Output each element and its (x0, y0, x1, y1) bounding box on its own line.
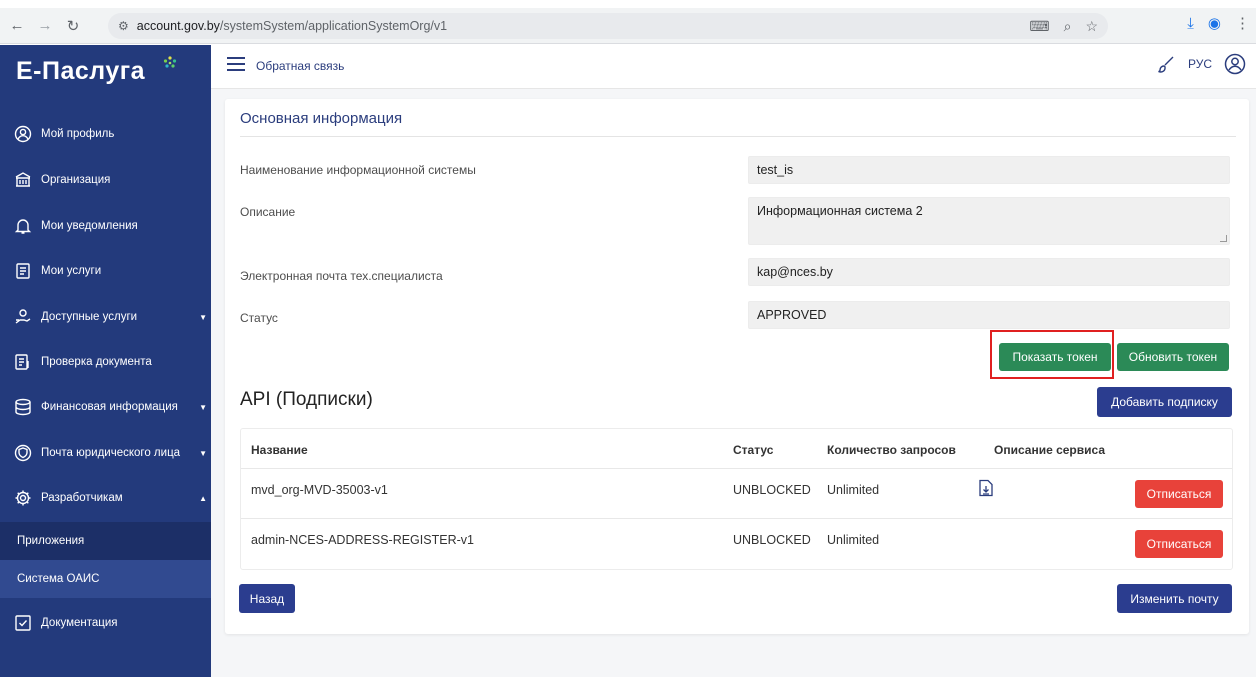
user-circle-icon (13, 124, 33, 144)
database-icon (13, 397, 33, 417)
field-label-description: Описание (240, 205, 296, 219)
field-label-email: Электронная почта тех.специалиста (240, 269, 443, 283)
sidebar-item-profile[interactable]: Мой профиль (0, 112, 211, 156)
show-token-button[interactable]: Показать токен (999, 343, 1111, 371)
sidebar-subitem-oais-system[interactable]: Система ОАИС (0, 560, 211, 598)
user-avatar-icon[interactable] (1224, 53, 1246, 75)
sidebar-subitem-applications[interactable]: Приложения (0, 522, 211, 560)
sidebar-item-financial[interactable]: Финансовая информация ▼ (0, 385, 211, 429)
table-header: Название Статус Количество запросов Опис… (241, 429, 1232, 469)
description-field[interactable]: Информационная система 2 (748, 197, 1230, 245)
sidebar-item-notifications[interactable]: Мои уведомления (0, 204, 211, 248)
row-name: admin-NCES-ADDRESS-REGISTER-v1 (251, 533, 474, 547)
description-value: Информационная система 2 (757, 204, 923, 218)
api-title: API (Подписки) (240, 389, 373, 410)
refresh-token-button[interactable]: Обновить токен (1117, 343, 1229, 371)
top-strip (0, 0, 1256, 8)
address-bar[interactable]: ⚙ account.gov.by/systemSystem/applicatio… (108, 13, 1108, 39)
status-field[interactable]: APPROVED (748, 301, 1230, 329)
back-arrow-icon[interactable]: ← (6, 15, 28, 37)
url-host: account.gov.by (136, 19, 220, 33)
back-button[interactable]: Назад (239, 584, 295, 613)
bell-icon (13, 216, 33, 236)
language-switcher[interactable]: РУС (1188, 57, 1212, 71)
caret-down-icon: ▼ (199, 402, 207, 412)
app-header: Обратная связь РУС (211, 45, 1256, 89)
row-requests: Unlimited (827, 483, 880, 497)
brush-icon[interactable] (1156, 54, 1176, 74)
sidebar-item-organization[interactable]: Организация (0, 158, 211, 202)
logo[interactable]: Е-Паслуга (16, 57, 145, 86)
sidebar-item-label: Мои уведомления (41, 220, 138, 232)
download-icon[interactable]: ⤓ (1187, 15, 1194, 32)
change-email-button[interactable]: Изменить почту (1117, 584, 1232, 613)
sidebar-item-label: Разработчикам (41, 492, 123, 504)
field-label-status: Статус (240, 311, 278, 325)
checkbox-icon (13, 613, 33, 633)
sidebar-item-label: Доступные услуги (41, 311, 138, 323)
gear-icon (13, 488, 33, 508)
services-icon (13, 261, 33, 281)
logo-dots-icon (163, 56, 177, 68)
column-header-service-description: Описание сервиса (994, 443, 1106, 457)
sidebar-item-label: Почта юридического лица (41, 447, 181, 459)
unsubscribe-button[interactable]: Отписаться (1135, 480, 1223, 508)
system-name-field[interactable]: test_is (748, 156, 1230, 184)
sidebar-item-label: Финансовая информация (41, 401, 178, 413)
document-check-icon (13, 352, 33, 372)
sidebar-subitem-label: Приложения (17, 535, 85, 547)
profile-icon[interactable]: ◉ (1208, 14, 1221, 32)
table-row: mvd_org-MVD-35003-v1 UNBLOCKED Unlimited… (241, 469, 1232, 519)
sidebar-subitem-label: Система ОАИС (17, 573, 100, 585)
sidebar-item-label: Проверка документа (41, 356, 152, 368)
bookmark-star-icon[interactable]: ☆ (1085, 18, 1098, 35)
building-icon (13, 170, 33, 190)
row-requests: Unlimited (827, 533, 880, 547)
zoom-icon[interactable]: ⌕ (1064, 18, 1072, 35)
sidebar-item-label: Мои услуги (41, 265, 102, 277)
sidebar-item-documentation[interactable]: Документация (0, 601, 211, 645)
forward-arrow-icon[interactable]: → (34, 15, 56, 37)
column-header-name: Название (251, 443, 308, 457)
divider (240, 136, 1236, 137)
column-header-status: Статус (733, 443, 774, 457)
shield-icon (13, 443, 33, 463)
unsubscribe-button[interactable]: Отписаться (1135, 530, 1223, 558)
hamburger-menu-icon[interactable] (227, 57, 245, 71)
translate-icon[interactable]: ⌨ (1029, 18, 1049, 35)
sidebar: Е-Паслуга Мой профиль Организация Мои ув… (0, 45, 211, 677)
sidebar-item-label: Мой профиль (41, 128, 115, 140)
sidebar-item-label: Организация (41, 174, 111, 186)
hand-icon (13, 307, 33, 327)
browser-toolbar: ← → ↻ ⚙ account.gov.by/systemSystem/appl… (0, 8, 1256, 44)
feedback-link[interactable]: Обратная связь (256, 59, 344, 73)
sidebar-item-my-services[interactable]: Мои услуги (0, 249, 211, 293)
email-field[interactable]: kap@nces.by (748, 258, 1230, 286)
row-status: UNBLOCKED (733, 533, 811, 547)
section-title: Основная информация (240, 110, 403, 127)
sidebar-item-available-services[interactable]: Доступные услуги ▼ (0, 295, 211, 339)
subscriptions-table: Название Статус Количество запросов Опис… (240, 428, 1233, 570)
row-status: UNBLOCKED (733, 483, 811, 497)
column-header-requests: Количество запросов (827, 443, 956, 457)
resize-handle-icon[interactable] (1220, 235, 1227, 242)
add-subscription-button[interactable]: Добавить подписку (1097, 387, 1232, 417)
sidebar-item-document-check[interactable]: Проверка документа (0, 340, 211, 384)
url-path: /systemSystem/applicationSystemOrg/v1 (219, 19, 448, 33)
menu-kebab-icon[interactable]: ⋮ (1235, 14, 1250, 32)
caret-down-icon: ▼ (199, 448, 207, 458)
sidebar-item-label: Документация (41, 617, 118, 629)
table-row: admin-NCES-ADDRESS-REGISTER-v1 UNBLOCKED… (241, 519, 1232, 569)
sidebar-item-developers[interactable]: Разработчикам ▲ (0, 476, 211, 520)
reload-icon[interactable]: ↻ (62, 15, 84, 37)
row-name: mvd_org-MVD-35003-v1 (251, 483, 388, 497)
site-settings-icon[interactable]: ⚙ (118, 19, 129, 33)
caret-up-icon: ▲ (199, 493, 207, 503)
sidebar-item-legal-mail[interactable]: Почта юридического лица ▼ (0, 431, 211, 475)
field-label-system-name: Наименование информационной системы (240, 163, 476, 177)
download-document-icon[interactable] (978, 479, 994, 497)
caret-down-icon: ▼ (199, 312, 207, 322)
